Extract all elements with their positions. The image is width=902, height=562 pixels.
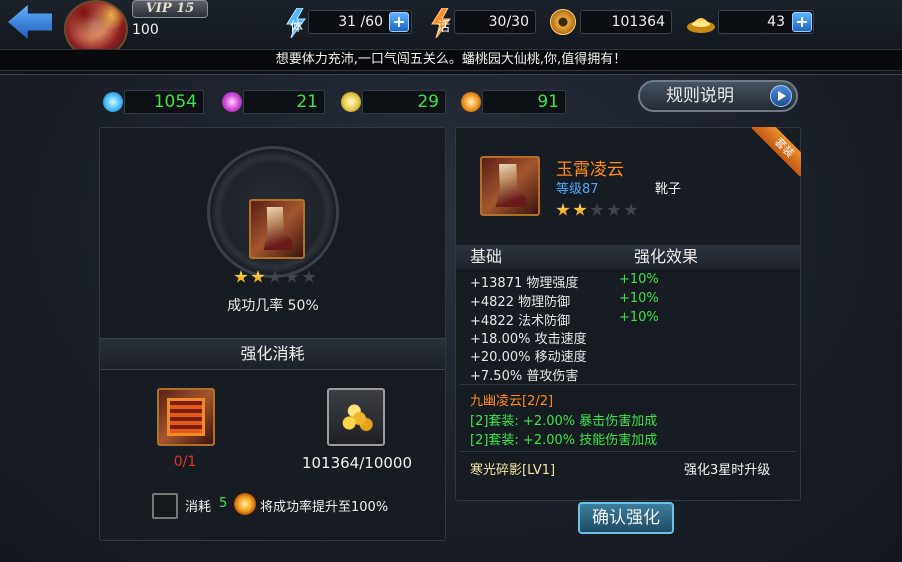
gold-ingot-icon <box>686 9 716 35</box>
back-button[interactable] <box>2 2 58 42</box>
copper-value: 101364 <box>580 10 672 34</box>
vip-badge: VIP 15 <box>132 0 208 18</box>
divider <box>460 451 796 452</box>
boots-icon <box>263 206 293 251</box>
star-icon <box>624 203 638 216</box>
announcement-marquee: 想要体力充沛,一口气闯五关么。蟠桃园大仙桃,你,值得拥有！ <box>0 49 902 71</box>
stat-line: +20.00% 移动速度 <box>470 350 587 365</box>
stat-line: +4822 物理防御 <box>470 295 571 310</box>
star-icon <box>251 270 265 283</box>
stat-line: +4822 法术防御 <box>470 314 571 329</box>
equipment-stars <box>234 270 316 284</box>
play-arrow-icon <box>770 85 792 107</box>
equipment-name: 玉霄凌云 <box>556 160 624 180</box>
stat-line: +7.50% 普攻伤害 <box>470 369 579 384</box>
stat-bonus: +10% <box>619 291 659 306</box>
star-icon <box>607 203 621 216</box>
cost-header: 强化消耗 <box>100 338 445 370</box>
confirm-enhance-button[interactable]: 确认强化 <box>578 502 674 534</box>
gold-slot[interactable] <box>327 388 385 446</box>
equipment-icon[interactable] <box>480 156 540 216</box>
consume-description: 将成功率提升至100% <box>260 500 389 515</box>
star-icon <box>556 203 570 216</box>
consume-number: 5 <box>219 496 228 511</box>
consume-checkbox[interactable] <box>152 493 178 519</box>
stamina-label: 体 <box>290 20 304 35</box>
star-icon <box>234 270 248 283</box>
equipment-stars <box>556 203 638 217</box>
currency-4-value: 91 <box>482 90 566 114</box>
equipment-level: 等级87 <box>556 182 599 197</box>
fire-crystal-icon <box>234 493 256 515</box>
gold-count: 101364/10000 <box>301 454 413 472</box>
star-icon <box>590 203 604 216</box>
vitality-label: 活 <box>437 20 451 35</box>
blue-crystal-icon <box>103 92 123 112</box>
set-ribbon: 套装 <box>752 127 801 176</box>
skill-upgrade-note: 强化3星时升级 <box>684 463 771 478</box>
set-ribbon-label: 套装 <box>752 127 801 176</box>
stat-bonus: +10% <box>619 272 659 287</box>
star-icon <box>268 270 282 283</box>
boots-icon <box>495 163 527 208</box>
rules-button-label: 规则说明 <box>666 86 734 106</box>
add-ingot-button[interactable]: + <box>792 12 812 32</box>
currency-2-value: 21 <box>243 90 325 114</box>
stats-header: 基础 强化效果 <box>456 245 800 269</box>
copper-coin-icon <box>550 9 576 35</box>
skill-name: 寒光碎影[LV1] <box>470 463 556 478</box>
material-slot[interactable] <box>157 388 215 446</box>
stat-line: +18.00% 攻击速度 <box>470 332 587 347</box>
divider <box>460 384 796 385</box>
fire-crystal-icon <box>461 92 481 112</box>
vitality-value: 30/30 <box>454 10 536 34</box>
set-name: 九幽凌云[2/2] <box>470 394 554 409</box>
currency-1-value: 1054 <box>124 90 204 114</box>
set-bonus-line: [2]套装: +2.00% 技能伤害加成 <box>470 433 658 448</box>
stat-bonus: +10% <box>619 310 659 325</box>
star-icon <box>285 270 299 283</box>
player-level: 100 <box>132 22 159 38</box>
gold-coins-icon <box>339 402 373 432</box>
consume-label: 消耗 <box>185 500 212 515</box>
success-rate: 成功几率 50% <box>227 298 319 314</box>
set-bonus-line: [2]套装: +2.00% 暴击伤害加成 <box>470 414 658 429</box>
currency-3-value: 29 <box>362 90 446 114</box>
add-stamina-button[interactable]: + <box>389 12 409 32</box>
gold-crystal-icon <box>341 92 361 112</box>
enhance-effect-title: 强化效果 <box>634 247 699 266</box>
material-count: 0/1 <box>173 454 197 470</box>
base-stats-title: 基础 <box>470 247 503 266</box>
star-icon <box>573 203 587 216</box>
star-icon <box>302 270 316 283</box>
material-icon <box>167 398 205 436</box>
rules-button[interactable]: 规则说明 <box>638 80 798 112</box>
stat-line: +13871 物理强度 <box>470 276 579 291</box>
purple-crystal-icon <box>222 92 242 112</box>
equipment-type: 靴子 <box>655 182 682 197</box>
back-arrow-icon <box>8 5 52 39</box>
equipment-slot[interactable] <box>249 199 305 259</box>
